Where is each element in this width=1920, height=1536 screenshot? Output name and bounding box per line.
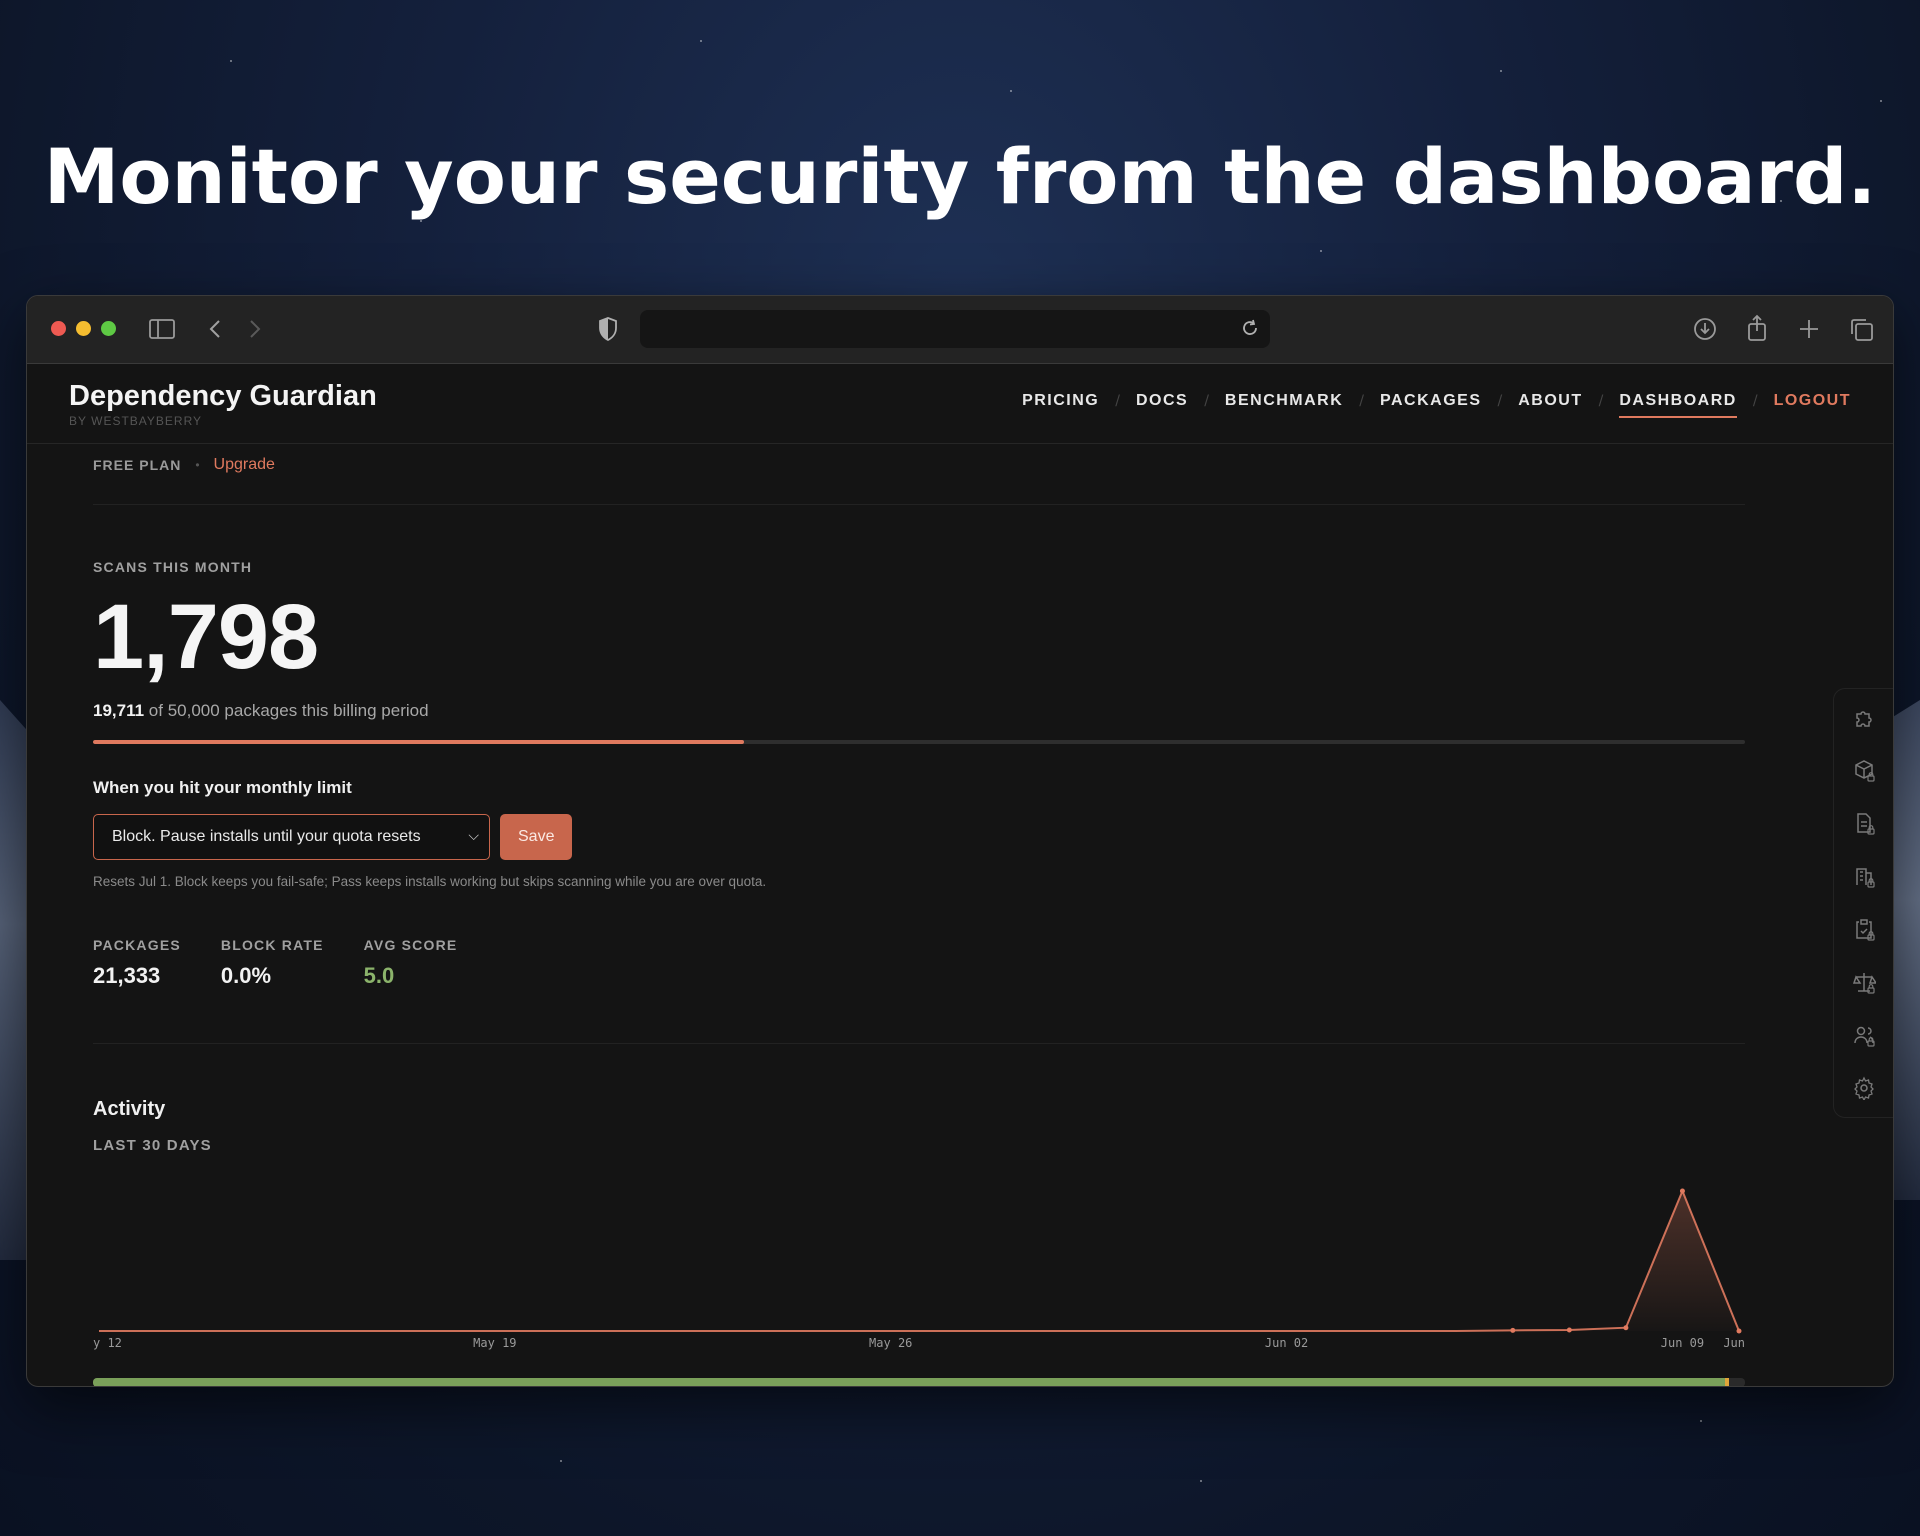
activity-area xyxy=(99,1191,1739,1331)
scans-label: SCANS THIS MONTH xyxy=(93,559,253,575)
activity-chart xyxy=(99,1188,1742,1334)
stats-row: PACKAGES 21,333 BLOCK RATE 0.0% AVG SCOR… xyxy=(93,937,1745,989)
activity-point[interactable] xyxy=(1736,1328,1742,1334)
activity-x-axis: y 12 May 19 May 26 Jun 02 Jun 09 Jun xyxy=(93,1336,1745,1356)
quota-progress-bar xyxy=(93,740,1745,744)
stat-packages: PACKAGES 21,333 xyxy=(93,937,181,989)
x-tick-label: y 12 xyxy=(93,1336,122,1350)
marketing-headline: Monitor your security from the dashboard… xyxy=(43,132,1877,221)
document-lock-icon[interactable] xyxy=(1852,811,1876,835)
quota-status-bar xyxy=(93,1378,1745,1386)
billing-period-usage: 19,711 of 50,000 packages this billing p… xyxy=(93,701,1745,721)
chevron-down-icon: ⌵ xyxy=(468,827,479,843)
right-tool-rail xyxy=(1833,688,1893,1118)
nav-separator: / xyxy=(1204,393,1209,409)
close-window-button[interactable] xyxy=(51,321,66,336)
upgrade-link[interactable]: Upgrade xyxy=(214,456,275,474)
package-lock-icon[interactable] xyxy=(1852,758,1876,782)
save-button[interactable]: Save xyxy=(500,814,573,860)
stat-packages-value: 21,333 xyxy=(93,963,161,988)
nav-docs-link[interactable]: DOCS xyxy=(1136,392,1188,410)
main-nav: PRICING / DOCS / BENCHMARK / PACKAGES / … xyxy=(1022,392,1851,418)
app-navbar: Dependency Guardian BY WESTBAYBERRY PRIC… xyxy=(27,364,1893,444)
sidebar-icon[interactable] xyxy=(149,318,175,340)
dashboard-content: FREE PLAN • Upgrade SCANS THIS MONTH 1,7… xyxy=(93,456,1745,1154)
address-bar[interactable] xyxy=(640,310,1270,348)
nav-pricing-link[interactable]: PRICING xyxy=(1022,392,1099,410)
nav-benchmark-link[interactable]: BENCHMARK xyxy=(1225,392,1343,410)
browser-toolbar xyxy=(27,296,1893,364)
scans-count: 1,798 xyxy=(93,586,319,688)
nav-packages-link[interactable]: PACKAGES xyxy=(1380,392,1482,410)
plan-separator: • xyxy=(195,458,200,472)
x-tick-label: May 19 xyxy=(473,1336,517,1350)
limit-selected-option: Block. Pause installs until your quota r… xyxy=(112,828,421,845)
x-tick-label: Jun xyxy=(1723,1336,1745,1350)
stat-avg-score-label: AVG SCORE xyxy=(363,937,458,953)
x-tick-label: Jun 02 xyxy=(1264,1336,1309,1350)
x-tick-label: May 26 xyxy=(869,1336,913,1350)
plan-row: FREE PLAN • Upgrade xyxy=(93,456,1745,474)
settings-icon[interactable] xyxy=(1852,1076,1876,1100)
quota-progress-fill xyxy=(93,740,745,744)
brand-subtitle: BY WESTBAYBERRY xyxy=(69,414,203,428)
nav-separator: / xyxy=(1115,393,1120,409)
browser-window: Dependency Guardian BY WESTBAYBERRY PRIC… xyxy=(26,295,1894,1387)
shield-icon[interactable] xyxy=(597,316,619,342)
nav-separator: / xyxy=(1497,393,1503,409)
limit-hint: Resets Jul 1. Block keeps you fail-safe;… xyxy=(93,874,767,889)
limit-behavior-select[interactable]: Block. Pause installs until your quota r… xyxy=(93,814,490,860)
share-icon[interactable] xyxy=(1746,314,1768,342)
clipboard-lock-icon[interactable] xyxy=(1852,917,1876,941)
nav-separator: / xyxy=(1359,393,1365,409)
stat-avg-score-value: 5.0 xyxy=(363,963,395,988)
brand-logo[interactable]: Dependency Guardian BY WESTBAYBERRY xyxy=(69,380,377,428)
stat-avg-score: AVG SCORE 5.0 xyxy=(364,937,458,989)
activity-point[interactable] xyxy=(1679,1188,1685,1194)
zoom-window-button[interactable] xyxy=(101,321,116,336)
quota-status-green xyxy=(93,1378,1726,1386)
tabs-overview-icon[interactable] xyxy=(1849,317,1875,343)
scale-lock-icon[interactable] xyxy=(1852,970,1876,994)
activity-point[interactable] xyxy=(1566,1327,1572,1333)
activity-title: Activity xyxy=(93,1098,166,1120)
activity-point[interactable] xyxy=(1510,1327,1516,1333)
billing-period-text: of 50,000 packages this billing period xyxy=(148,701,429,720)
back-icon[interactable] xyxy=(207,318,223,340)
x-tick-label: Jun 09 xyxy=(1660,1336,1705,1350)
plan-label: FREE PLAN xyxy=(93,457,182,473)
quota-status-marker xyxy=(1725,1378,1730,1386)
stat-block-rate-label: BLOCK RATE xyxy=(220,937,324,953)
nav-separator: / xyxy=(1598,393,1604,409)
limit-controls: Block. Pause installs until your quota r… xyxy=(93,814,1745,860)
download-icon[interactable] xyxy=(1693,317,1717,341)
forward-icon[interactable] xyxy=(247,318,263,340)
puzzle-icon[interactable] xyxy=(1852,705,1876,729)
nav-about-link[interactable]: ABOUT xyxy=(1518,392,1582,410)
divider xyxy=(93,1043,1745,1044)
activity-point[interactable] xyxy=(1623,1325,1629,1331)
packages-used: 19,711 xyxy=(93,701,145,720)
brand-title: Dependency Guardian xyxy=(69,380,377,412)
nav-logout-link[interactable]: LOGOUT xyxy=(1774,392,1851,410)
reload-icon[interactable] xyxy=(1238,316,1262,340)
activity-line xyxy=(99,1188,1740,1332)
minimize-window-button[interactable] xyxy=(76,321,91,336)
activity-subtitle: LAST 30 DAYS xyxy=(93,1137,212,1154)
nav-separator: / xyxy=(1752,393,1758,409)
window-controls xyxy=(51,321,116,336)
stat-packages-label: PACKAGES xyxy=(93,937,181,953)
nav-dashboard-link[interactable]: DASHBOARD xyxy=(1619,392,1737,418)
new-tab-icon[interactable] xyxy=(1798,318,1820,340)
stat-block-rate: BLOCK RATE 0.0% xyxy=(221,937,324,989)
stat-block-rate-value: 0.0% xyxy=(220,963,272,988)
building-lock-icon[interactable] xyxy=(1852,864,1876,888)
limit-title: When you hit your monthly limit xyxy=(93,778,352,797)
users-lock-icon[interactable] xyxy=(1852,1023,1876,1047)
divider xyxy=(93,504,1745,505)
